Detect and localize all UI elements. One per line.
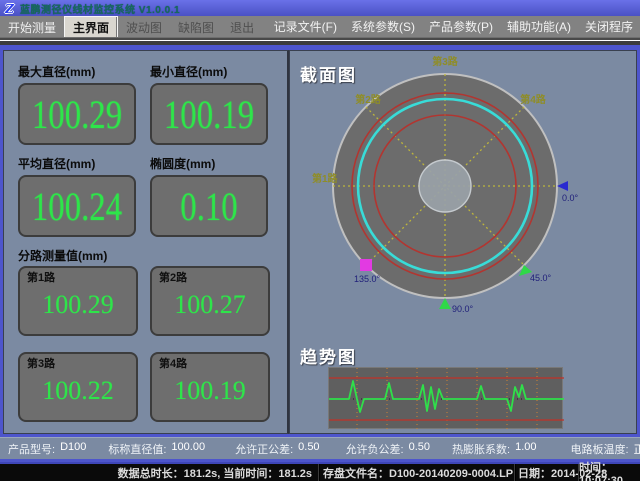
avg-diameter-label: 平均直径(mm) — [18, 155, 136, 172]
marker-135deg-icon — [360, 259, 372, 271]
angle-label-45: 45.0° — [530, 273, 552, 283]
channel-1-value: 100.29 — [20, 268, 136, 334]
menu-product-params[interactable]: 产品参数(P) — [422, 18, 500, 35]
channel-2-display: 第2路 100.27 — [150, 266, 270, 336]
positive-tolerance: 允许正公差:0.50 — [235, 441, 319, 457]
nominal-diameter: 标称直径值:100.00 — [108, 441, 205, 457]
status-durations: 数据总时长：181.2s, 当前时间：181.2s — [0, 464, 318, 481]
angle-label-90: 90.0° — [452, 304, 474, 314]
menu-close-program[interactable]: 关闭程序 — [578, 18, 640, 35]
status-save-filename: 存盘文件名：D100-20140209-0004.LP — [318, 464, 514, 481]
channel-1-display: 第1路 100.29 — [18, 266, 138, 336]
ovality-value: 0.10 — [180, 183, 237, 230]
max-diameter-group: 最大直径(mm) 100.29 — [18, 63, 136, 145]
marker-90deg-icon — [439, 298, 451, 309]
thermal-expansion-coeff: 热膨胀系数:1.00 — [452, 441, 536, 457]
status-date: 日期：2014-02-28 — [514, 464, 578, 481]
tab-start-measure[interactable]: 开始测量 — [0, 16, 64, 37]
app-window: Z 蓝鹏测径仪线材监控系统 V1.0.0.1 开始测量 主界面 波动图 缺陷图 … — [0, 0, 640, 481]
menu-bar: 开始测量 主界面 波动图 缺陷图 退出 记录文件(F) 系统参数(S) 产品参数… — [0, 16, 640, 38]
tab-wave-view[interactable]: 波动图 — [118, 16, 170, 37]
section-label-path3: 第3路 — [432, 55, 459, 68]
tab-exit[interactable]: 退出 — [222, 16, 262, 37]
window-title: 蓝鹏测径仪线材监控系统 V1.0.0.1 — [20, 1, 180, 16]
menu-system-params[interactable]: 系统参数(S) — [344, 18, 422, 35]
cross-section-view: 第3路 第2路 第4路 第1路 0.0° 45.0° 90.0° 135.0° — [290, 51, 635, 336]
tabstrip-base — [0, 38, 640, 45]
title-bar: Z 蓝鹏测径仪线材监控系统 V1.0.0.1 — [0, 0, 640, 16]
avg-diameter-group: 平均直径(mm) 100.24 — [18, 155, 136, 237]
channel-2-value: 100.27 — [152, 268, 268, 334]
avg-diameter-value: 100.24 — [32, 183, 122, 230]
marker-0deg-icon — [557, 181, 568, 191]
channel-grid: 第1路 100.29 第2路 100.27 第3路 100.22 第4路 100… — [18, 266, 278, 422]
status-bar: 数据总时长：181.2s, 当前时间：181.2s 存盘文件名：D100-201… — [0, 462, 640, 481]
min-diameter-group: 最小直径(mm) 100.19 — [150, 63, 268, 145]
center-hub-circle — [419, 160, 471, 212]
max-diameter-label: 最大直径(mm) — [18, 63, 136, 80]
ovality-label: 椭圆度(mm) — [150, 155, 268, 172]
graphics-panel: 截面图 第3路 第2路 — [289, 50, 637, 434]
section-label-path1: 第1路 — [312, 172, 339, 185]
channel-section-label: 分路测量值(mm) — [18, 247, 287, 264]
menu-aux-functions[interactable]: 辅助功能(A) — [500, 18, 578, 35]
readout-panel: 最大直径(mm) 100.29 最小直径(mm) 100.19 平均直径(mm) — [3, 50, 289, 434]
section-label-path4: 第4路 — [520, 93, 547, 106]
trend-view-title: 趋势图 — [300, 343, 357, 368]
status-time: 时间：10:07:30 — [578, 464, 640, 481]
ovality-group: 椭圆度(mm) 0.10 — [150, 155, 268, 237]
product-info-bar: 产品型号:D100 标称直径值:100.00 允许正公差:0.50 允许负公差:… — [0, 437, 640, 459]
tab-main-view[interactable]: 主界面 — [64, 16, 118, 37]
avg-diameter-display: 100.24 — [18, 175, 136, 237]
angle-label-135: 135.0° — [354, 274, 381, 284]
trend-chart-plot — [329, 368, 564, 430]
menu-items: 记录文件(F) 系统参数(S) 产品参数(P) 辅助功能(A) 关闭程序 — [267, 16, 640, 37]
main-area: 最大直径(mm) 100.29 最小直径(mm) 100.19 平均直径(mm) — [0, 50, 640, 434]
app-logo-icon: Z — [3, 2, 16, 15]
product-model: 产品型号:D100 — [8, 441, 86, 457]
channel-4-value: 100.19 — [152, 354, 268, 420]
channel-4-display: 第4路 100.19 — [150, 352, 270, 422]
trend-chart — [328, 367, 563, 429]
ovality-display: 0.10 — [150, 175, 268, 237]
max-diameter-value: 100.29 — [32, 91, 122, 138]
section-label-path2: 第2路 — [355, 93, 382, 106]
angle-label-0: 0.0° — [562, 193, 579, 203]
min-diameter-value: 100.19 — [164, 91, 254, 138]
min-diameter-display: 100.19 — [150, 83, 268, 145]
tab-defect-view[interactable]: 缺陷图 — [170, 16, 222, 37]
channel-3-display: 第3路 100.22 — [18, 352, 138, 422]
menu-record-file[interactable]: 记录文件(F) — [267, 18, 344, 35]
negative-tolerance: 允许负公差:0.50 — [346, 441, 430, 457]
max-diameter-display: 100.29 — [18, 83, 136, 145]
board-temperature-status: 电路板温度:正在获取，请稍等 — [571, 441, 640, 457]
min-diameter-label: 最小直径(mm) — [150, 63, 268, 80]
channel-3-value: 100.22 — [20, 354, 136, 420]
